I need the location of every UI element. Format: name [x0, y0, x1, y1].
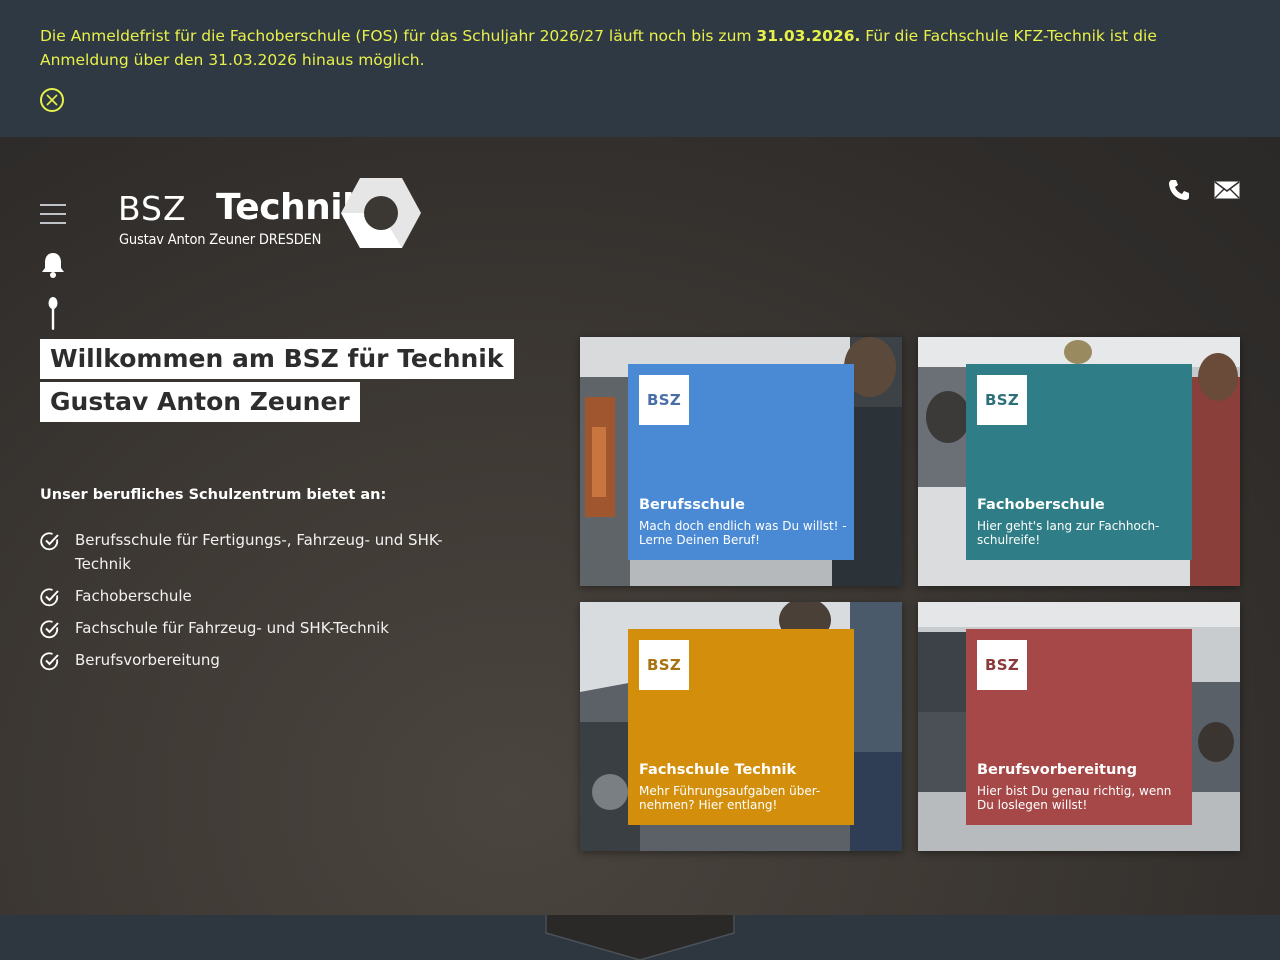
tile-text: Mehr Führungsaufgaben über-nehmen? Hier … [639, 784, 821, 812]
bsz-badge: BSZ [977, 375, 1027, 425]
tile-fachschule-technik[interactable]: BSZ Fachschule Technik Mehr Führungsaufg… [580, 602, 902, 851]
notice-text-part1: Die Anmeldefrist für die Fachoberschule … [40, 27, 757, 45]
notice-text: Die Anmeldefrist für die Fachoberschule … [40, 24, 1230, 72]
tile-title: Berufsschule [639, 497, 745, 513]
list-item: Berufsschule für Fertigungs-, Fahrzeug- … [40, 528, 460, 576]
hamburger-menu-icon[interactable] [40, 204, 66, 224]
bsz-logo[interactable]: BSZ Technik Gustav Anton Zeuner DRESDEN [118, 177, 423, 249]
tile-card: BSZ Fachschule Technik Mehr Führungsaufg… [628, 629, 854, 825]
offer-label: Fachoberschule [75, 587, 192, 605]
tile-card: BSZ Berufsschule Mach doch endlich was D… [628, 364, 854, 560]
page-title-line1: Willkommen am BSZ für Technik [40, 339, 514, 379]
bsz-badge: BSZ [977, 640, 1027, 690]
hero-section: BSZ Technik Gustav Anton Zeuner DRESDEN … [0, 137, 1280, 915]
tile-text: Hier geht's lang zur Fachhoch-schulreife… [977, 519, 1160, 547]
tile-berufsvorbereitung[interactable]: BSZ Berufsvorbereitung Hier bist Du gena… [918, 602, 1240, 851]
check-circle-icon [40, 588, 59, 607]
logo-bsz-text: BSZ [118, 189, 187, 228]
offer-label: Fachschule für Fahrzeug- und SHK-Technik [75, 619, 389, 637]
bell-icon[interactable] [40, 251, 66, 283]
tile-title: Fachschule Technik [639, 762, 797, 778]
hex-nut-icon [341, 178, 421, 248]
offers-list: Berufsschule für Fertigungs-, Fahrzeug- … [40, 528, 460, 680]
offers-heading: Unser berufliches Schulzentrum bietet an… [40, 487, 387, 503]
tile-berufsschule[interactable]: BSZ Berufsschule Mach doch endlich was D… [580, 337, 902, 586]
logo-subtitle: Gustav Anton Zeuner DRESDEN [119, 232, 322, 248]
notice-banner: Die Anmeldefrist für die Fachoberschule … [0, 0, 1280, 137]
tile-text: Hier bist Du genau richtig, wenn Du losl… [977, 784, 1172, 812]
close-icon[interactable] [40, 88, 64, 112]
bsz-badge: BSZ [639, 640, 689, 690]
offer-label: Berufsschule für Fertigungs-, Fahrzeug- … [75, 531, 443, 573]
page-title-line2: Gustav Anton Zeuner [40, 382, 360, 422]
check-circle-icon [40, 620, 59, 639]
tile-title: Fachoberschule [977, 497, 1105, 513]
tile-fachoberschule[interactable]: BSZ Fachoberschule Hier geht's lang zur … [918, 337, 1240, 586]
scroll-down-chevron-icon[interactable] [545, 915, 735, 960]
list-item: Fachoberschule [40, 584, 460, 608]
check-circle-icon [40, 532, 59, 551]
spoon-icon[interactable] [47, 297, 59, 335]
tile-card: BSZ Berufsvorbereitung Hier bist Du gena… [966, 629, 1192, 825]
list-item: Fachschule für Fahrzeug- und SHK-Technik [40, 616, 460, 640]
notice-deadline: 31.03.2026. [756, 27, 861, 45]
tile-card: BSZ Fachoberschule Hier geht's lang zur … [966, 364, 1192, 560]
check-circle-icon [40, 652, 59, 671]
list-item: Berufsvorbereitung [40, 648, 460, 672]
phone-icon[interactable] [1168, 179, 1190, 205]
offer-label: Berufsvorbereitung [75, 651, 220, 669]
mail-icon[interactable] [1214, 181, 1240, 203]
bsz-badge: BSZ [639, 375, 689, 425]
tile-title: Berufsvorbereitung [977, 762, 1137, 778]
tile-text: Mach doch endlich was Du willst! - Lerne… [639, 519, 847, 547]
